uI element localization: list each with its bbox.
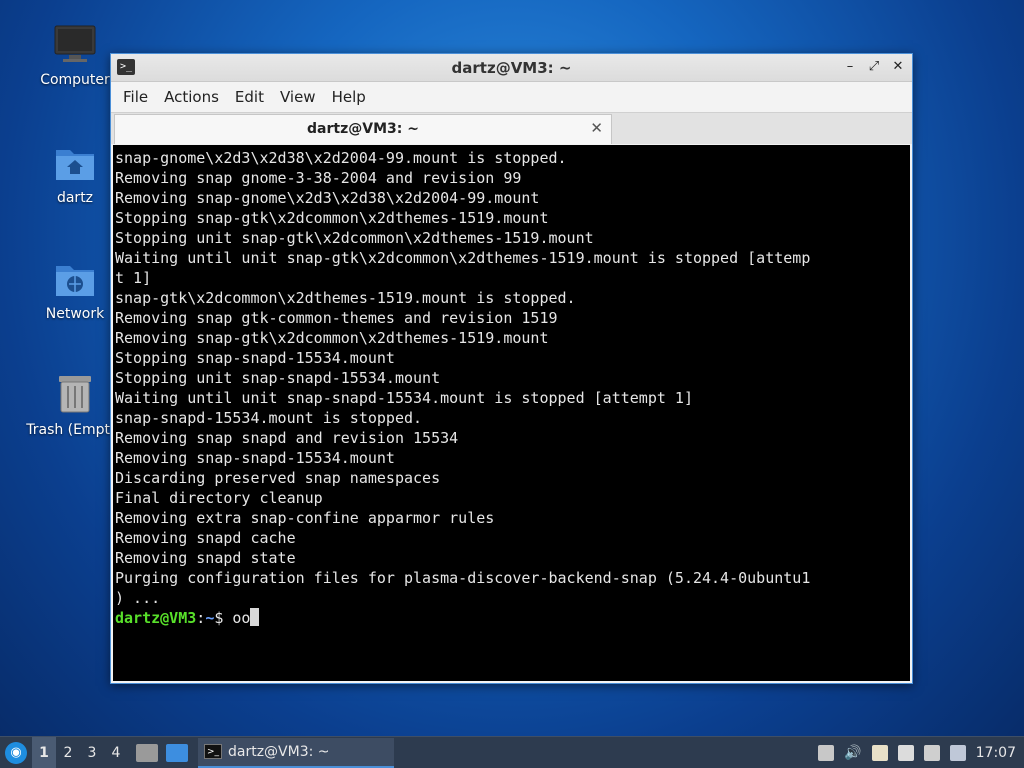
prompt-sep: :	[196, 609, 206, 627]
close-icon[interactable]: ✕	[890, 58, 906, 76]
task-label: dartz@VM3: ~	[228, 743, 330, 760]
workspace-2[interactable]: 2	[56, 745, 80, 761]
menu-file[interactable]: File	[115, 88, 156, 106]
terminal-line: Removing snap-gnome\x2d3\x2d38\x2d2004-9…	[115, 189, 540, 207]
menu-help[interactable]: Help	[324, 88, 374, 106]
computer-icon	[53, 22, 97, 66]
menu-actions[interactable]: Actions	[156, 88, 227, 106]
terminal-line: Final directory cleanup	[115, 489, 323, 507]
clock[interactable]: 17:07	[976, 745, 1016, 761]
menu-edit[interactable]: Edit	[227, 88, 272, 106]
clipboard-icon[interactable]	[871, 744, 888, 761]
tab-close-icon[interactable]: ✕	[590, 119, 603, 137]
minimize-icon[interactable]: –	[842, 58, 858, 76]
terminal-window[interactable]: >_ dartz@VM3: ~ – ⤢ ✕ File Actions Edit …	[110, 53, 913, 684]
terminal-line: Removing snapd cache	[115, 529, 296, 547]
tab-bar: dartz@VM3: ~ ✕	[111, 112, 912, 144]
volume-icon[interactable]: 🔊	[844, 745, 861, 761]
bluetooth-icon[interactable]	[949, 744, 966, 761]
window-titlebar[interactable]: >_ dartz@VM3: ~ – ⤢ ✕	[111, 54, 912, 82]
terminal-line: snap-gtk\x2dcommon\x2dthemes-1519.mount …	[115, 289, 576, 307]
terminal-line: Stopping unit snap-gtk\x2dcommon\x2dthem…	[115, 229, 594, 247]
terminal-line: Waiting until unit snap-gtk\x2dcommon\x2…	[115, 249, 811, 267]
tab-label: dartz@VM3: ~	[307, 121, 419, 137]
prompt-symbol: $	[214, 609, 233, 627]
workspace-4[interactable]: 4	[104, 745, 128, 761]
system-tray: 🔊 17:07	[818, 744, 1024, 761]
text-cursor	[250, 608, 260, 626]
terminal-line: Removing snapd state	[115, 549, 296, 567]
file-manager-launcher-icon[interactable]	[136, 743, 158, 762]
terminal-line: Stopping unit snap-snapd-15534.mount	[115, 369, 441, 387]
update-notifier-icon[interactable]	[818, 744, 835, 761]
terminal-line: Removing snap-snapd-15534.mount	[115, 449, 395, 467]
prompt-path: ~	[205, 609, 215, 627]
terminal-task-icon: >_	[204, 744, 222, 759]
menu-view[interactable]: View	[272, 88, 324, 106]
terminal-line: Removing snap snapd and revision 15534	[115, 429, 459, 447]
show-desktop-icon[interactable]	[166, 743, 188, 762]
prompt-line: dartz@VM3:~$ oo	[115, 608, 908, 628]
terminal-line: snap-snapd-15534.mount is stopped.	[115, 409, 423, 427]
terminal-line: snap-gnome\x2d3\x2d38\x2d2004-99.mount i…	[115, 149, 567, 167]
taskbar: ◉ 1 2 3 4 >_ dartz@VM3: ~ 🔊 17:07	[0, 736, 1024, 768]
terminal-line: Stopping snap-gtk\x2dcommon\x2dthemes-15…	[115, 209, 549, 227]
home-folder-icon	[53, 140, 97, 184]
terminal-line: t 1]	[115, 269, 152, 287]
prompt-user-host: dartz@VM3	[115, 609, 197, 627]
workspace-3[interactable]: 3	[80, 745, 104, 761]
workspace-1[interactable]: 1	[32, 736, 56, 768]
terminal-line: Discarding preserved snap namespaces	[115, 469, 441, 487]
power-manager-icon[interactable]	[897, 744, 914, 761]
terminal-line: ) ...	[115, 589, 161, 607]
terminal-line: Removing snap gtk-common-themes and revi…	[115, 309, 558, 327]
terminal-output[interactable]: snap-gnome\x2d3\x2d38\x2d2004-99.mount i…	[113, 145, 910, 681]
terminal-line: Purging configuration files for plasma-d…	[115, 569, 811, 587]
terminal-line: Removing snap-gtk\x2dcommon\x2dthemes-15…	[115, 329, 549, 347]
maximize-icon[interactable]: ⤢	[866, 58, 882, 76]
menu-bar: File Actions Edit View Help	[111, 82, 912, 112]
terminal-line: Removing extra snap-confine apparmor rul…	[115, 509, 495, 527]
terminal-line: Stopping snap-snapd-15534.mount	[115, 349, 395, 367]
window-title: dartz@VM3: ~	[451, 59, 572, 77]
tab-terminal[interactable]: dartz@VM3: ~ ✕	[114, 114, 612, 144]
terminal-line: Removing snap gnome-3-38-2004 and revisi…	[115, 169, 522, 187]
terminal-line: Waiting until unit snap-snapd-15534.moun…	[115, 389, 693, 407]
trash-icon	[53, 372, 97, 416]
network-folder-icon	[53, 256, 97, 300]
taskbar-task-terminal[interactable]: >_ dartz@VM3: ~	[198, 737, 394, 768]
prompt-input[interactable]: oo	[232, 609, 250, 627]
network-tray-icon[interactable]	[923, 744, 940, 761]
lubuntu-logo-icon: ◉	[5, 741, 27, 764]
start-menu-button[interactable]: ◉	[0, 737, 32, 768]
